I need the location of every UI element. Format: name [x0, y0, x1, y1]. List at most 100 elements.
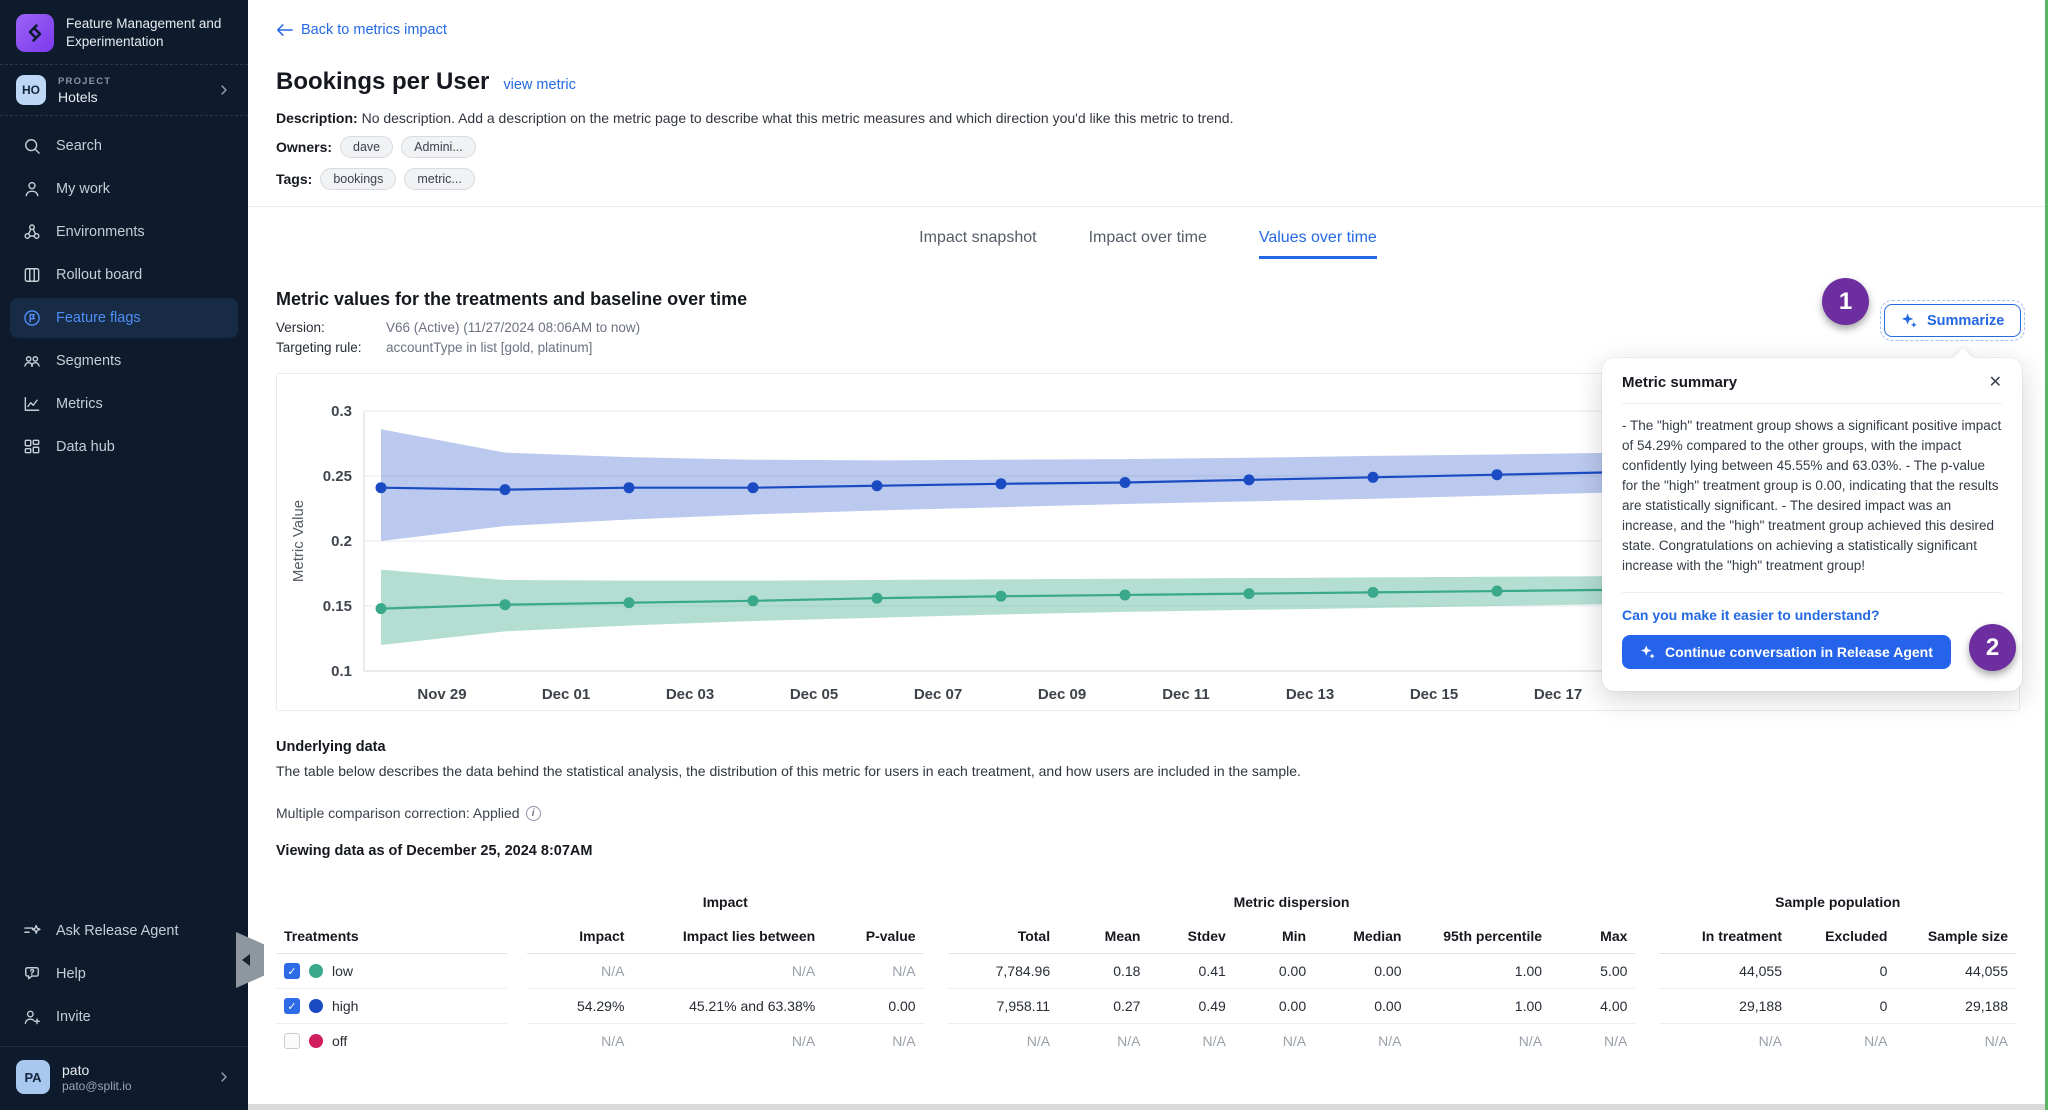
sidebar-item-search[interactable]: Search	[10, 126, 238, 166]
tab-values-over-time[interactable]: Values over time	[1259, 229, 1377, 259]
annotation-badge-2: 2	[1969, 624, 2016, 671]
project-name: Hotels	[58, 89, 111, 105]
group-header: Sample population	[1659, 885, 2016, 919]
feature-flags-icon	[22, 308, 42, 328]
table-cell: N/A	[632, 1024, 823, 1059]
sidebar-item-invite[interactable]: Invite	[10, 997, 238, 1037]
sidebar: Feature Management and Experimentation H…	[0, 0, 248, 1110]
viewing-data-timestamp: Viewing data as of December 25, 2024 8:0…	[248, 843, 2048, 859]
sidebar-item-label: Segments	[56, 353, 121, 369]
tab-impact-snapshot[interactable]: Impact snapshot	[919, 229, 1036, 259]
column-header: Impact	[527, 919, 632, 954]
treatment-name: low	[332, 963, 353, 979]
sidebar-nav: Search My work EnvironmentsRollout boardFe…	[0, 116, 248, 470]
table-cell: 0.27	[1058, 989, 1148, 1024]
group-header: Impact	[527, 885, 924, 919]
close-icon[interactable]: ✕	[1989, 375, 2002, 391]
svg-text:Metric Value: Metric Value	[290, 500, 307, 582]
svg-text:Dec 07: Dec 07	[914, 686, 962, 703]
version-value: V66 (Active) (11/27/2024 08:06AM to now)	[386, 320, 640, 335]
svg-text:0.15: 0.15	[323, 598, 352, 615]
table-row: ✓high54.29%45.21% and 63.38%0.007,958.11…	[276, 989, 2016, 1024]
user-menu[interactable]: PA pato pato@split.io	[0, 1046, 248, 1110]
treatment-checkbox[interactable]	[284, 1033, 300, 1049]
treatment-color-dot	[309, 1034, 323, 1048]
popup-title: Metric summary	[1622, 374, 1737, 391]
summarize-button[interactable]: Summarize	[1884, 304, 2021, 337]
continue-conversation-button[interactable]: Continue conversation in Release Agent	[1622, 635, 1951, 669]
sidebar-item-segments[interactable]: Segments	[10, 341, 238, 381]
table-cell: 7,784.96	[948, 954, 1058, 989]
sidebar-item-label: My work	[56, 181, 110, 197]
horizontal-scrollbar[interactable]	[248, 1104, 2048, 1110]
owners-row: Owners: daveAdmini...	[248, 136, 2048, 158]
table-cell: 0.00	[1234, 954, 1314, 989]
svg-text:Dec 03: Dec 03	[666, 686, 714, 703]
arrow-left-icon	[276, 23, 293, 37]
svg-text:Dec 15: Dec 15	[1410, 686, 1458, 703]
view-metric-link[interactable]: view metric	[503, 77, 576, 93]
main-content: Back to metrics impact Bookings per User…	[248, 0, 2048, 1110]
underlying-data-heading: Underlying data	[248, 739, 2048, 755]
table-cell: N/A	[1895, 1024, 2016, 1059]
info-icon[interactable]: i	[526, 806, 541, 821]
sidebar-item-rollout-board[interactable]: Rollout board	[10, 255, 238, 295]
table-cell: N/A	[1550, 1024, 1635, 1059]
chevron-right-icon	[216, 82, 232, 98]
project-badge: HO	[16, 75, 46, 105]
table-cell: 0.00	[1314, 989, 1409, 1024]
help-icon	[22, 964, 42, 984]
section-heading: Metric values for the treatments and bas…	[248, 289, 2048, 310]
svg-text:0.1: 0.1	[331, 663, 352, 680]
treatment-checkbox[interactable]: ✓	[284, 998, 300, 1014]
group-header: Metric dispersion	[948, 885, 1636, 919]
owner-pill: dave	[340, 136, 393, 158]
svg-text:0.25: 0.25	[323, 468, 352, 485]
sidebar-item-feature-flags[interactable]: Feature flags	[10, 298, 238, 338]
column-header: Impact lies between	[632, 919, 823, 954]
table-cell: 0	[1790, 989, 1895, 1024]
column-header: 95th percentile	[1409, 919, 1550, 954]
table-cell: 0	[1790, 954, 1895, 989]
split-logo-icon	[16, 14, 54, 52]
sidebar-item-label: Ask Release Agent	[56, 923, 179, 939]
owner-pill: Admini...	[401, 136, 476, 158]
table-cell: 1.00	[1409, 954, 1550, 989]
avatar: PA	[16, 1060, 50, 1094]
sidebar-item-metrics[interactable]: Metrics	[10, 384, 238, 424]
targeting-rule-label: Targeting rule:	[276, 340, 386, 355]
svg-text:Dec 01: Dec 01	[542, 686, 590, 703]
table-cell: 54.29%	[527, 989, 632, 1024]
sidebar-item-help[interactable]: Help	[10, 954, 238, 994]
sidebar-item-my-work[interactable]: My work	[10, 169, 238, 209]
treatment-checkbox[interactable]: ✓	[284, 963, 300, 979]
app-title: Feature Management and Experimentation	[66, 15, 232, 51]
treatment-color-dot	[309, 999, 323, 1013]
tab-impact-over-time[interactable]: Impact over time	[1089, 229, 1207, 259]
table-cell: N/A	[527, 1024, 632, 1059]
sidebar-item-data-hub[interactable]: Data hub	[10, 427, 238, 467]
table-cell: 4.00	[1550, 989, 1635, 1024]
rollout-board-icon	[22, 265, 42, 285]
treatment-color-dot	[309, 964, 323, 978]
column-header: Treatments	[276, 919, 507, 954]
svg-text:0.3: 0.3	[331, 403, 352, 420]
column-header: P-value	[823, 919, 923, 954]
sidebar-item-label: Invite	[56, 1009, 91, 1025]
my-work-icon	[22, 179, 42, 199]
back-to-metrics-impact-link[interactable]: Back to metrics impact	[276, 22, 447, 38]
app-logo-row: Feature Management and Experimentation	[0, 0, 248, 64]
sidebar-item-environments[interactable]: Environments	[10, 212, 238, 252]
metric-description: Description: No description. Add a descr…	[248, 110, 2048, 126]
table-cell: N/A	[632, 954, 823, 989]
project-switcher[interactable]: HO PROJECT Hotels	[0, 65, 248, 115]
sidebar-item-label: Data hub	[56, 439, 115, 455]
easier-to-understand-link[interactable]: Can you make it easier to understand?	[1622, 607, 2002, 623]
table-cell: 7,958.11	[948, 989, 1058, 1024]
table-cell: N/A	[1790, 1024, 1895, 1059]
column-header: Stdev	[1148, 919, 1233, 954]
sidebar-item-ask-release-agent[interactable]: Ask Release Agent	[10, 911, 238, 951]
table-cell: 29,188	[1659, 989, 1790, 1024]
segments-icon	[22, 351, 42, 371]
metric-summary-text: - The "high" treatment group shows a sig…	[1622, 416, 2002, 576]
